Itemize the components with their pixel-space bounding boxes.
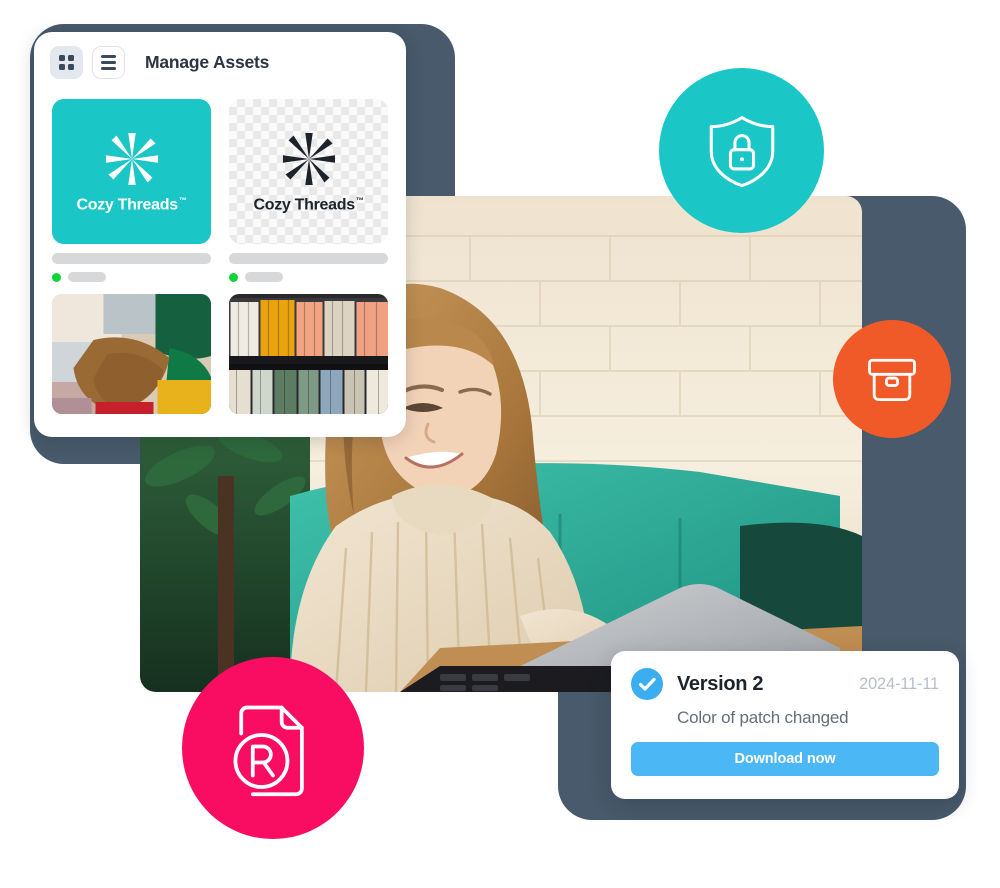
badge-archive[interactable]	[833, 320, 951, 438]
status-dot-icon	[52, 272, 61, 282]
composition-stage: Manage Assets Cozy Threads™ Cozy Threads…	[0, 0, 1000, 888]
registered-trademark-document-icon	[233, 705, 304, 797]
asset-name-placeholder	[229, 253, 388, 264]
asset-logo-wordmark: Cozy Threads™	[76, 196, 187, 214]
archive-box-icon	[868, 358, 916, 402]
asset-status-row	[229, 272, 388, 282]
assets-toolbar: Manage Assets	[34, 32, 406, 85]
list-icon	[101, 54, 116, 71]
asset-meta	[52, 244, 211, 282]
asset-preview-teal[interactable]: Cozy Threads™	[52, 99, 211, 244]
asset-status-placeholder	[245, 272, 283, 282]
version-card: Version 2 2024-11-11 Color of patch chan…	[611, 651, 959, 799]
asset-meta	[229, 244, 388, 282]
page-title: Manage Assets	[145, 52, 270, 72]
asset-status-row	[52, 272, 211, 282]
asset-preview-transparent[interactable]: Cozy Threads™	[229, 99, 388, 244]
asset-thumbnail[interactable]	[52, 294, 211, 414]
version-date: 2024-11-11	[859, 674, 939, 693]
trademark-symbol: ™	[178, 196, 187, 206]
check-circle-icon	[631, 668, 663, 700]
grid-icon	[59, 55, 74, 70]
asset-card[interactable]: Cozy Threads™	[52, 99, 211, 282]
asset-name-placeholder	[52, 253, 211, 264]
download-now-button[interactable]: Download now	[631, 742, 939, 776]
version-card-header: Version 2 2024-11-11	[631, 668, 939, 700]
asset-card[interactable]: Cozy Threads™	[229, 99, 388, 282]
asset-thumbnail[interactable]	[229, 294, 388, 414]
manage-assets-window: Manage Assets Cozy Threads™ Cozy Threads…	[34, 32, 406, 437]
trademark-symbol: ™	[355, 196, 364, 206]
status-dot-icon	[229, 272, 238, 282]
assets-grid: Cozy Threads™ Cozy Threads™	[34, 85, 406, 414]
shield-lock-icon	[709, 115, 774, 187]
asset-logo-wordmark: Cozy Threads™	[253, 196, 364, 214]
version-title: Version 2	[677, 672, 764, 695]
badge-secure[interactable]	[659, 68, 824, 233]
starburst-logo-icon	[105, 133, 158, 186]
version-description: Color of patch changed	[677, 708, 849, 727]
list-view-button[interactable]	[92, 46, 125, 79]
grid-view-button[interactable]	[50, 46, 83, 79]
badge-trademark-doc[interactable]	[182, 657, 364, 839]
asset-status-placeholder	[68, 272, 106, 282]
starburst-logo-icon	[282, 133, 335, 186]
